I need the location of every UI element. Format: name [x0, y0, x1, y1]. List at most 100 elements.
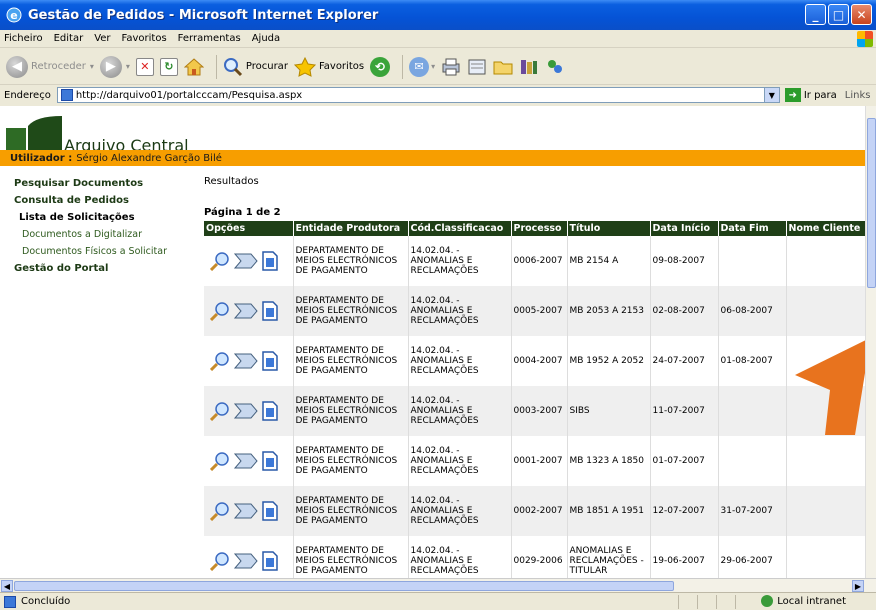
column-header-entidade-produtora[interactable]: Entidade Produtora: [293, 221, 409, 236]
column-header-nome-cliente[interactable]: Nome Cliente: [786, 221, 865, 236]
cell-data-fim: [718, 236, 787, 286]
send-arrow-icon[interactable]: [234, 301, 258, 321]
history-icon: ⟲: [370, 56, 391, 77]
page-content: Arquivo Central Utilizador : Sérgio Alex…: [0, 106, 865, 578]
address-dropdown-button[interactable]: ▼: [763, 88, 779, 102]
stop-button[interactable]: ✕: [135, 57, 154, 76]
menu-file[interactable]: Ficheiro: [4, 33, 43, 44]
sidebar-item-documentos-fisicos-a-solicitar[interactable]: Documentos Físicos a Solicitar: [22, 246, 194, 257]
sidebar-item-pesquisar-documentos[interactable]: Pesquisar Documentos: [14, 178, 194, 189]
security-zone[interactable]: Local intranet: [761, 595, 846, 607]
sidebar-item-lista-de-solicitacoes[interactable]: Lista de Solicitações: [19, 212, 194, 223]
folder-button[interactable]: [493, 58, 513, 76]
zone-text: Local intranet: [777, 595, 846, 607]
links-button[interactable]: Links: [845, 90, 871, 101]
document-icon[interactable]: [262, 401, 278, 421]
send-arrow-icon[interactable]: [234, 551, 258, 571]
document-icon[interactable]: [262, 351, 278, 371]
toolbar-separator: [215, 54, 217, 79]
send-arrow-icon[interactable]: [234, 501, 258, 521]
home-icon: [183, 57, 204, 75]
menu-view[interactable]: Ver: [94, 33, 110, 44]
column-header-cod-classificacao[interactable]: Cód.Classificacao: [408, 221, 512, 236]
menu-tools[interactable]: Ferramentas: [178, 33, 241, 44]
document-icon[interactable]: [262, 451, 278, 471]
cell-entidade: DEPARTAMENTO DE MEIOS ELECTRÓNICOS DE PA…: [293, 236, 409, 286]
mail-button[interactable]: ✉ ▾: [409, 56, 436, 77]
send-arrow-icon[interactable]: [234, 401, 258, 421]
document-icon[interactable]: [262, 251, 278, 271]
sidebar-item-consulta-de-pedidos[interactable]: Consulta de Pedidos: [14, 195, 194, 206]
messenger-button[interactable]: [545, 58, 565, 76]
document-icon[interactable]: [262, 551, 278, 571]
menu-bar: Ficheiro Editar Ver Favoritos Ferramenta…: [0, 30, 876, 48]
print-button[interactable]: [441, 58, 461, 76]
forward-button[interactable]: ▶ ▾: [99, 55, 130, 78]
main-area: Resultados Página 1 de 2 Opções Entidade…: [204, 176, 865, 578]
view-magnifier-icon[interactable]: [210, 501, 230, 521]
cell-classificacao: 14.02.04. - ANOMALIAS E RECLAMAÇÕES: [408, 486, 512, 536]
table-row: DEPARTAMENTO DE MEIOS ELECTRÓNICOS DE PA…: [204, 236, 865, 286]
menu-help[interactable]: Ajuda: [252, 33, 280, 44]
cell-titulo: MB 2053 A 2153: [567, 286, 651, 336]
scroll-right-button[interactable]: ▶: [852, 580, 864, 592]
horizontal-scrollbar[interactable]: ◀ ▶: [0, 578, 876, 592]
row-actions: [206, 501, 291, 521]
document-icon[interactable]: [262, 301, 278, 321]
column-header-opcoes[interactable]: Opções: [204, 221, 294, 236]
scroll-left-button[interactable]: ◀: [1, 580, 13, 592]
document-icon[interactable]: [262, 501, 278, 521]
close-button[interactable]: ✕: [851, 4, 872, 25]
cell-opcoes: [204, 286, 294, 336]
minimize-button[interactable]: _: [805, 4, 826, 25]
chevron-down-icon: ▾: [431, 62, 436, 71]
menu-edit[interactable]: Editar: [54, 33, 84, 44]
maximize-button[interactable]: □: [828, 4, 849, 25]
sidebar-item-documentos-a-digitalizar[interactable]: Documentos a Digitalizar: [22, 229, 194, 240]
home-button[interactable]: [183, 57, 204, 76]
send-arrow-icon[interactable]: [234, 251, 258, 271]
view-magnifier-icon[interactable]: [210, 251, 230, 271]
cell-processo: 0003-2007: [511, 386, 568, 436]
send-arrow-icon[interactable]: [234, 351, 258, 371]
page-icon: [60, 89, 73, 101]
horizontal-scrollbar-thumb[interactable]: [14, 581, 674, 591]
refresh-button[interactable]: ↻: [159, 57, 178, 76]
research-button[interactable]: [519, 58, 539, 76]
vertical-scrollbar-thumb[interactable]: [867, 118, 876, 288]
address-input[interactable]: http://darquivo01/portalcccam/Pesquisa.a…: [56, 87, 780, 103]
site-logo[interactable]: Arquivo Central: [6, 116, 306, 155]
cell-opcoes: [204, 236, 294, 286]
back-button[interactable]: ◀ Retroceder ▾: [6, 55, 94, 78]
cell-data-inicio: 11-07-2007: [650, 386, 719, 436]
go-button[interactable]: ➜ Ir para: [784, 88, 837, 102]
edit-button[interactable]: [467, 58, 487, 76]
view-magnifier-icon[interactable]: [210, 401, 230, 421]
column-header-data-inicio[interactable]: Data Início: [650, 221, 719, 236]
column-header-data-fim[interactable]: Data Fim: [718, 221, 787, 236]
menu-favorites[interactable]: Favoritos: [122, 33, 167, 44]
table-row: DEPARTAMENTO DE MEIOS ELECTRÓNICOS DE PA…: [204, 286, 865, 336]
row-actions: [206, 301, 291, 321]
cell-nome-cliente: [786, 436, 865, 486]
sidebar-item-gestao-do-portal[interactable]: Gestão do Portal: [14, 263, 194, 274]
send-arrow-icon[interactable]: [234, 451, 258, 471]
column-header-processo[interactable]: Processo: [511, 221, 568, 236]
view-magnifier-icon[interactable]: [210, 301, 230, 321]
search-button[interactable]: Procurar: [223, 57, 288, 77]
history-button[interactable]: ⟲: [370, 56, 391, 77]
favorites-button[interactable]: Favoritos: [293, 56, 364, 77]
intranet-globe-icon: [761, 595, 774, 607]
window-title-bar[interactable]: e Gestão de Pedidos - Microsoft Internet…: [0, 0, 876, 30]
cell-opcoes: [204, 486, 294, 536]
column-header-titulo[interactable]: Título: [567, 221, 651, 236]
view-magnifier-icon[interactable]: [210, 351, 230, 371]
back-arrow-icon: ◀: [6, 55, 28, 78]
messenger-icon: [548, 59, 563, 73]
view-magnifier-icon[interactable]: [210, 551, 230, 571]
edit-document-icon: [468, 59, 486, 74]
results-heading: Resultados: [204, 176, 259, 187]
view-magnifier-icon[interactable]: [210, 451, 230, 471]
vertical-scrollbar[interactable]: [865, 106, 876, 578]
address-label: Endereço: [4, 89, 51, 101]
